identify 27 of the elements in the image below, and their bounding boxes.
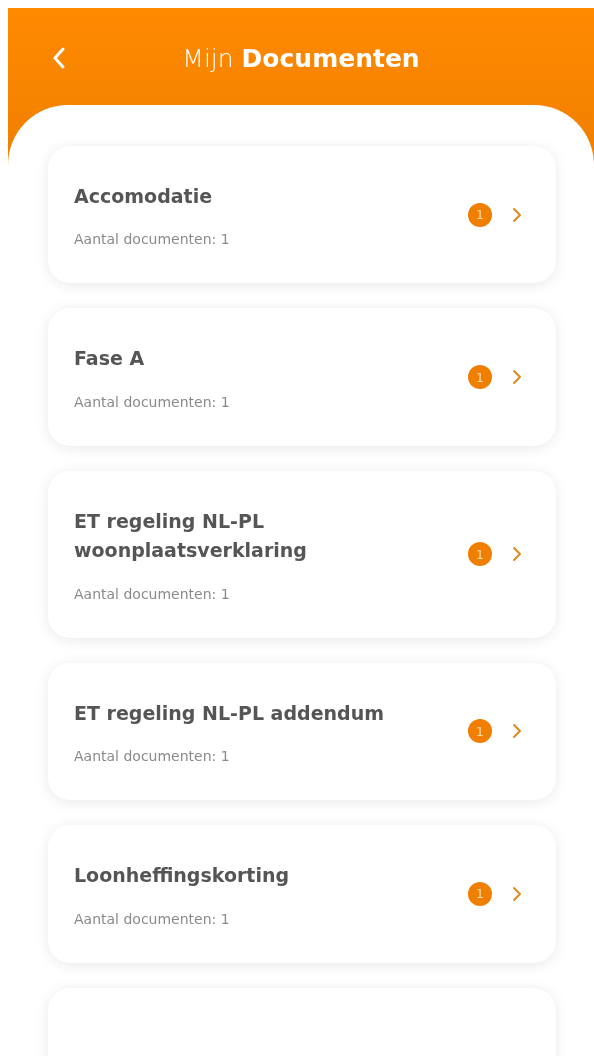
count-badge: 1	[468, 542, 492, 567]
folder-card[interactable]: ET regeling NL-PL addendum Aantal documenten: 1 1	[48, 662, 556, 801]
count-badge: 1	[468, 881, 492, 906]
screen-title: Mijn Documenten	[181, 43, 421, 73]
folder-card[interactable]: Fase A Aantal documenten: 1 1	[48, 308, 556, 446]
chevron-icon	[512, 206, 522, 223]
count-badge: 1	[468, 202, 492, 227]
document-count: Aantal documenten: 1	[74, 585, 231, 602]
count-badge: 1	[468, 719, 492, 744]
chevron-icon	[512, 546, 522, 563]
folder-title: ET regeling NL-PL woonplaatsverklaring	[74, 508, 308, 564]
chevron-icon	[512, 369, 522, 386]
document-count: Aantal documenten: 1	[74, 393, 231, 410]
chevron-icon	[512, 723, 522, 740]
folder-title: ET regeling NL-PL addendum	[74, 700, 385, 726]
folder-title: Accomodatie	[74, 184, 214, 209]
document-count: Aantal documenten: 1	[74, 910, 231, 927]
count-badge: 1	[468, 365, 492, 390]
folder-card[interactable]: ET regeling NL-PL woonplaatsverklaring Aantal documenten: 1 1	[48, 470, 556, 638]
document-count: Aantal documenten: 1	[74, 231, 231, 248]
folder-card[interactable]: Accomodatie Aantal documenten: 1 1	[48, 146, 556, 284]
chevron-icon	[512, 885, 522, 902]
folder-title: Loonheffingskorting	[74, 863, 291, 889]
back-button[interactable]	[52, 46, 66, 70]
folder-title: Fase A	[74, 346, 146, 372]
document-count: Aantal documenten: 1	[74, 748, 231, 765]
folder-card[interactable]: Loonheffingskorting Aantal documenten: 1 1	[48, 825, 556, 963]
